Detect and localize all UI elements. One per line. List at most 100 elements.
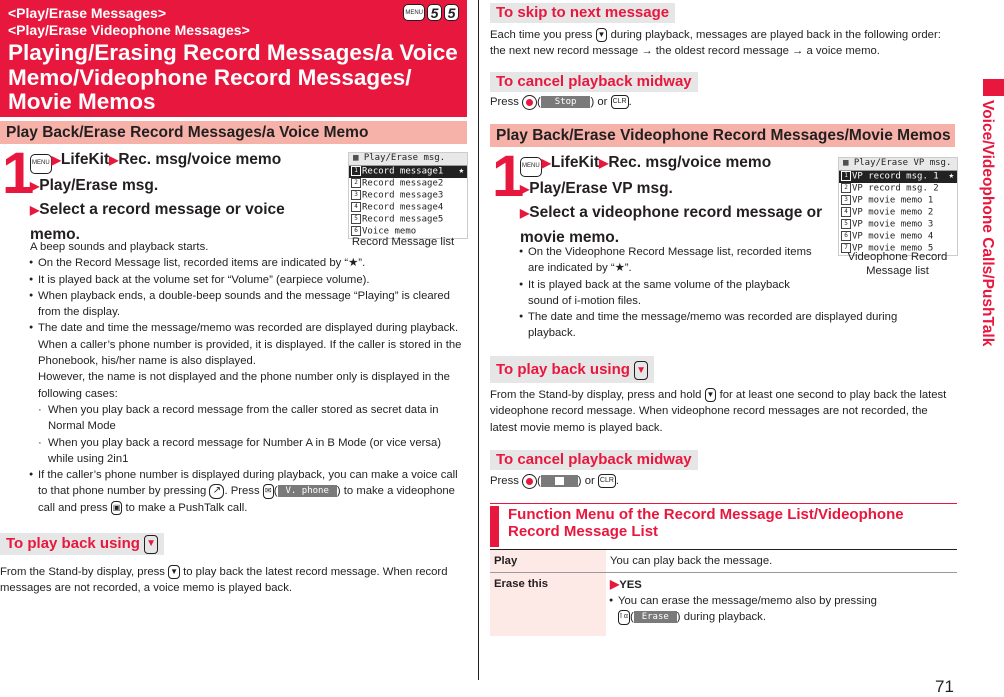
stop-icon [554, 476, 564, 485]
function-key: Erase this [490, 572, 606, 636]
item-label: VP movie memo 1 [852, 195, 934, 206]
item-number-icon: 4 [841, 206, 851, 217]
screen-list-item[interactable]: 4 Record message4 [349, 201, 467, 214]
bullet-text: to make a PushTalk call. [125, 501, 248, 514]
heading-text: To cancel playback midway [490, 450, 698, 470]
skip-heading: To skip to next message [490, 3, 676, 23]
case-text: When you play back a record message from… [48, 403, 439, 433]
item-label: Record message1 [362, 166, 444, 177]
heading-text: To play back using [496, 361, 630, 378]
function-menu: Function Menu of the Record Message List… [490, 503, 957, 636]
section-heading-videophone: Play Back/Erase Videophone Record Messag… [490, 124, 955, 147]
function-menu-table: Play You can play back the message. Eras… [490, 549, 957, 636]
cancel-text: Press () or CLR. [490, 473, 620, 489]
item-label: VP record msg. 1 [852, 171, 939, 182]
screen-list-item[interactable]: 6 VP movie memo 4 [839, 231, 957, 243]
screen-list-item[interactable]: 3 Record message3 [349, 189, 467, 202]
cancel-heading: To cancel playback midway [490, 72, 698, 92]
bullet-item: On the Record Message list, recorded ite… [29, 255, 467, 272]
menu-path-lifekit: LifeKit [60, 151, 110, 168]
menu-key-icon: MENU [30, 153, 52, 174]
play-back-text: From the Stand-by display, press and hol… [490, 387, 955, 436]
screen-list-item[interactable]: 1 VP record msg. 1 ★ [839, 170, 957, 183]
function-value: You can play back the message. [610, 555, 773, 567]
item-number-icon: 5 [351, 213, 361, 224]
record-message-list-screen: ▦ Play/Erase msg. 1 Record message1 ★ 2 Reco… [348, 152, 468, 240]
down-key-icon: ▼ [144, 534, 158, 554]
page-number: 71 [935, 677, 954, 696]
cancel-heading: To cancel playback midway [490, 450, 698, 470]
stop-softkey: Stop [540, 96, 591, 109]
paragraph-text: Press [490, 475, 519, 487]
item-label: Record message5 [362, 214, 444, 225]
key-5-icon: 5 [427, 4, 442, 21]
chapter-label-text: Voice/Videophone Calls/PushTalk [979, 100, 996, 347]
item-number-icon: 1 [841, 170, 851, 181]
menu-path-select: Select a record message or voice memo. [30, 201, 285, 243]
item-label: Record message2 [362, 178, 444, 189]
bullet-item: When playback ends, a double-beep sounds… [29, 288, 467, 321]
bullet-item: If the caller’s phone number is displaye… [29, 467, 467, 516]
stop-softkey [540, 475, 578, 488]
screen-list-item[interactable]: 5 Record message5 [349, 213, 467, 226]
center-key-icon [522, 473, 538, 489]
clr-key-icon: CLR [597, 474, 616, 489]
bullet-item: On the Videophone Record Message list, r… [519, 244, 820, 277]
mail-key-icon: ✉ [262, 483, 274, 499]
videophone-record-message-list-screen: ▦ Play/Erase VP msg. 1 VP record msg. 1 ★ 2… [838, 157, 958, 257]
arrow-icon: ▶ [610, 577, 620, 591]
screen-header: ▦ Play/Erase msg. [349, 153, 467, 166]
menu-path-rec-msg: Rec. msg/voice memo [118, 151, 282, 168]
play-back-text: From the Stand-by display, press ▼ to pl… [0, 564, 467, 597]
subtitle-play-erase-videophone-messages: <Play/Erase Videophone Messages> [8, 22, 250, 38]
intro-text: A beep sounds and playback starts. [30, 241, 209, 253]
menu-key-icon: MENU [520, 156, 542, 177]
menu-key-icon: MENU [403, 4, 425, 21]
arrow-icon: ▶ [30, 203, 40, 218]
item-number-icon: 6 [841, 231, 851, 242]
screen-list-item[interactable]: 3 VP movie memo 1 [839, 194, 957, 207]
screen-list-item[interactable]: 2 Record message2 [349, 177, 467, 190]
menu-path-lifekit: LifeKit [550, 154, 600, 171]
arrow-icon: ▶ [520, 181, 530, 196]
screen-list-item[interactable]: 1 Record message1 ★ [349, 165, 467, 178]
arrow-icon: ▶ [520, 206, 530, 221]
call-key-icon: ↗ [209, 483, 225, 499]
function-value: ▶YES You can erase the message/memo also… [606, 573, 957, 637]
arrow-icon: ▶ [599, 156, 609, 170]
item-number-icon: 2 [351, 177, 361, 188]
cancel-text: Press (Stop) or CLR. [490, 94, 632, 110]
paragraph-text: Press [490, 96, 519, 108]
function-key: Play [490, 549, 606, 573]
heading-text: To skip to next message [490, 3, 676, 23]
shortcut-keys: MENU 5 5 [403, 4, 459, 21]
skip-text: Each time you press ▼ during playback, m… [490, 27, 955, 60]
table-row: Play You can play back the message. [490, 549, 957, 573]
paragraph-text: From the Stand-by display, press and hol… [490, 389, 702, 401]
menu-path-play-erase-vp: Play/Erase VP msg. [529, 179, 673, 197]
screen-list-item[interactable]: 2 VP record msg. 2 [839, 182, 957, 195]
arrow-icon: ▶ [109, 153, 119, 167]
paragraph-text: ) or [590, 96, 608, 108]
table-row: Erase this ▶YES You can erase the messag… [490, 572, 957, 637]
paragraph-text: From the Stand-by display, press [0, 566, 165, 578]
item-number-icon: 3 [841, 194, 851, 205]
side-chapter-label: Voice/Videophone Calls/PushTalk [966, 100, 1004, 390]
step-body-wide: The date and time the message/memo was r… [519, 309, 940, 342]
menu-path-play-erase: Play/Erase msg. [39, 176, 159, 194]
however-text: However, the name is not displayed and t… [38, 371, 450, 400]
case-item: · When you play back a record message fro… [38, 403, 439, 433]
heading-bar [490, 506, 499, 547]
key-5-icon: 5 [444, 4, 459, 21]
case-item: · When you play back a record message for… [38, 436, 442, 465]
erase-softkey: Erase [633, 611, 677, 624]
arrow-icon: ▶ [30, 178, 40, 193]
heading-text: To cancel playback midway [490, 72, 698, 92]
screen-list-item[interactable]: 5 VP movie memo 3 [839, 218, 957, 231]
menu-path-rec-msg: Rec. msg/voice memo [608, 154, 772, 171]
play-back-using-heading: To play back using ▼ [0, 533, 164, 555]
screen-list-item[interactable]: 4 VP movie memo 2 [839, 206, 957, 219]
down-key-icon: ▼ [595, 28, 608, 43]
item-number-icon: 5 [841, 218, 851, 229]
bullet-item: The date and time the message/memo was r… [29, 320, 467, 369]
